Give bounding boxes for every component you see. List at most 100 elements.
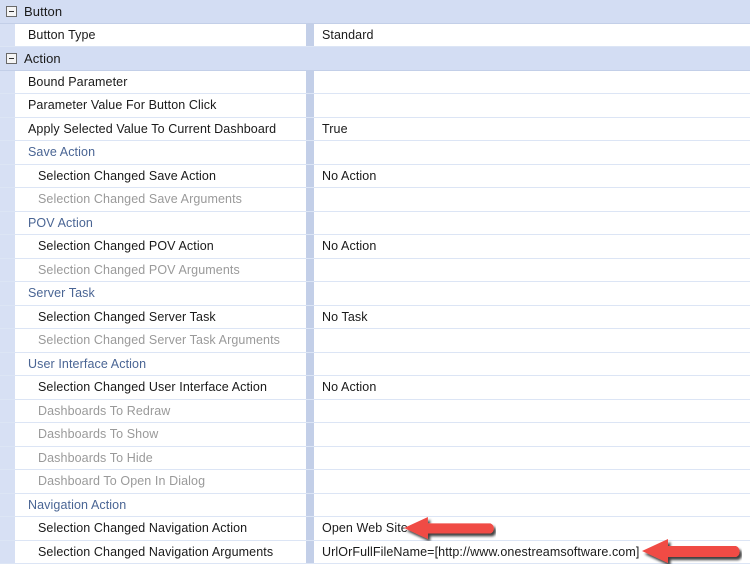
property-value-cell[interactable]: [314, 47, 750, 70]
property-value-cell[interactable]: [314, 447, 750, 470]
property-name-cell[interactable]: Selection Changed Navigation Action: [0, 517, 306, 540]
property-name-cell[interactable]: Selection Changed Server Task: [0, 306, 306, 329]
property-value-cell[interactable]: [314, 353, 750, 376]
group-header-row[interactable]: Action: [0, 47, 750, 71]
column-splitter[interactable]: [306, 329, 314, 352]
property-row[interactable]: Bound Parameter: [0, 70, 750, 94]
property-name-cell[interactable]: Button: [0, 0, 306, 23]
property-name-cell[interactable]: Action: [0, 47, 306, 70]
property-value-cell[interactable]: [314, 94, 750, 117]
column-splitter[interactable]: [306, 423, 314, 446]
property-value-cell[interactable]: [314, 329, 750, 352]
property-name-cell[interactable]: Apply Selected Value To Current Dashboar…: [0, 118, 306, 141]
property-label: Selection Changed Save Action: [38, 168, 217, 183]
property-name-cell[interactable]: Selection Changed User Interface Action: [0, 376, 306, 399]
property-row[interactable]: POV Action: [0, 211, 750, 235]
property-name-cell[interactable]: Selection Changed POV Arguments: [0, 259, 306, 282]
property-row[interactable]: Selection Changed Server Task No Task: [0, 305, 750, 329]
property-value-cell[interactable]: [314, 71, 750, 94]
property-row[interactable]: Navigation Action: [0, 493, 750, 517]
property-row[interactable]: Selection Changed Server Task Arguments: [0, 329, 750, 353]
property-row[interactable]: Dashboards To Hide: [0, 446, 750, 470]
column-splitter[interactable]: [306, 352, 314, 375]
property-name-cell[interactable]: Dashboards To Redraw: [0, 400, 306, 423]
column-splitter[interactable]: [306, 446, 314, 469]
column-splitter[interactable]: [306, 164, 314, 187]
property-row[interactable]: Dashboards To Redraw: [0, 399, 750, 423]
property-name-cell[interactable]: Server Task: [0, 282, 306, 305]
column-splitter[interactable]: [306, 493, 314, 516]
property-name-cell[interactable]: POV Action: [0, 212, 306, 235]
group-header-row[interactable]: Button: [0, 0, 750, 24]
property-name-cell[interactable]: Dashboards To Hide: [0, 447, 306, 470]
property-name-cell[interactable]: User Interface Action: [0, 353, 306, 376]
column-splitter[interactable]: [306, 188, 314, 211]
property-name-cell[interactable]: Button Type: [0, 24, 306, 47]
property-name-cell[interactable]: Parameter Value For Button Click: [0, 94, 306, 117]
column-splitter[interactable]: [306, 0, 314, 23]
property-name-cell[interactable]: Selection Changed Save Arguments: [0, 188, 306, 211]
column-splitter[interactable]: [306, 258, 314, 281]
collapse-minus-icon[interactable]: [6, 52, 17, 64]
property-name-cell[interactable]: Save Action: [0, 141, 306, 164]
property-row[interactable]: Dashboard To Open In Dialog: [0, 470, 750, 494]
property-value-cell[interactable]: UrlOrFullFileName=[http://www.onestreams…: [314, 541, 750, 564]
property-value-cell[interactable]: True: [314, 118, 750, 141]
column-splitter[interactable]: [306, 305, 314, 328]
property-row[interactable]: Button Type Standard: [0, 23, 750, 47]
column-splitter[interactable]: [306, 47, 314, 70]
property-name-cell[interactable]: Dashboard To Open In Dialog: [0, 470, 306, 493]
property-row[interactable]: Save Action: [0, 141, 750, 165]
property-value-cell[interactable]: No Task: [314, 306, 750, 329]
property-name-cell[interactable]: Dashboards To Show: [0, 423, 306, 446]
collapse-minus-icon[interactable]: [6, 5, 17, 17]
property-name-cell[interactable]: Selection Changed POV Action: [0, 235, 306, 258]
property-name-cell[interactable]: Selection Changed Save Action: [0, 165, 306, 188]
property-value-cell[interactable]: [314, 282, 750, 305]
property-name-cell[interactable]: Navigation Action: [0, 494, 306, 517]
property-value-cell[interactable]: Open Web Site: [314, 517, 750, 540]
property-value-cell[interactable]: No Action: [314, 235, 750, 258]
property-value-cell[interactable]: Standard: [314, 24, 750, 47]
property-name-cell[interactable]: Bound Parameter: [0, 71, 306, 94]
property-value-cell[interactable]: No Action: [314, 376, 750, 399]
property-value-cell[interactable]: [314, 188, 750, 211]
property-value-cell[interactable]: [314, 141, 750, 164]
property-value-cell[interactable]: [314, 259, 750, 282]
property-row[interactable]: Selection Changed User Interface Action N…: [0, 376, 750, 400]
property-value: UrlOrFullFileName=[http://www.onestreams…: [322, 544, 640, 559]
property-value-cell[interactable]: [314, 470, 750, 493]
column-splitter[interactable]: [306, 141, 314, 164]
property-row[interactable]: Apply Selected Value To Current Dashboar…: [0, 117, 750, 141]
column-splitter[interactable]: [306, 94, 314, 117]
property-name-cell[interactable]: Selection Changed Server Task Arguments: [0, 329, 306, 352]
property-row[interactable]: Selection Changed POV Arguments: [0, 258, 750, 282]
column-splitter[interactable]: [306, 211, 314, 234]
property-row[interactable]: Selection Changed Navigation Arguments Ur…: [0, 540, 750, 564]
column-splitter[interactable]: [306, 540, 314, 563]
property-row[interactable]: Parameter Value For Button Click: [0, 94, 750, 118]
column-splitter[interactable]: [306, 517, 314, 540]
column-splitter[interactable]: [306, 235, 314, 258]
property-row[interactable]: Server Task: [0, 282, 750, 306]
column-splitter[interactable]: [306, 70, 314, 93]
property-value-cell[interactable]: [314, 400, 750, 423]
column-splitter[interactable]: [306, 23, 314, 46]
property-row[interactable]: User Interface Action: [0, 352, 750, 376]
property-row[interactable]: Selection Changed Navigation Action Open …: [0, 517, 750, 541]
column-splitter[interactable]: [306, 399, 314, 422]
property-name-cell[interactable]: Selection Changed Navigation Arguments: [0, 541, 306, 564]
column-splitter[interactable]: [306, 376, 314, 399]
property-value-cell[interactable]: [314, 423, 750, 446]
property-value-cell[interactable]: [314, 0, 750, 23]
column-splitter[interactable]: [306, 470, 314, 493]
property-value-cell[interactable]: [314, 212, 750, 235]
property-value-cell[interactable]: No Action: [314, 165, 750, 188]
property-row[interactable]: Selection Changed POV Action No Action: [0, 235, 750, 259]
column-splitter[interactable]: [306, 282, 314, 305]
property-row[interactable]: Dashboards To Show: [0, 423, 750, 447]
property-row[interactable]: Selection Changed Save Action No Action: [0, 164, 750, 188]
column-splitter[interactable]: [306, 117, 314, 140]
property-row[interactable]: Selection Changed Save Arguments: [0, 188, 750, 212]
property-value-cell[interactable]: [314, 494, 750, 517]
